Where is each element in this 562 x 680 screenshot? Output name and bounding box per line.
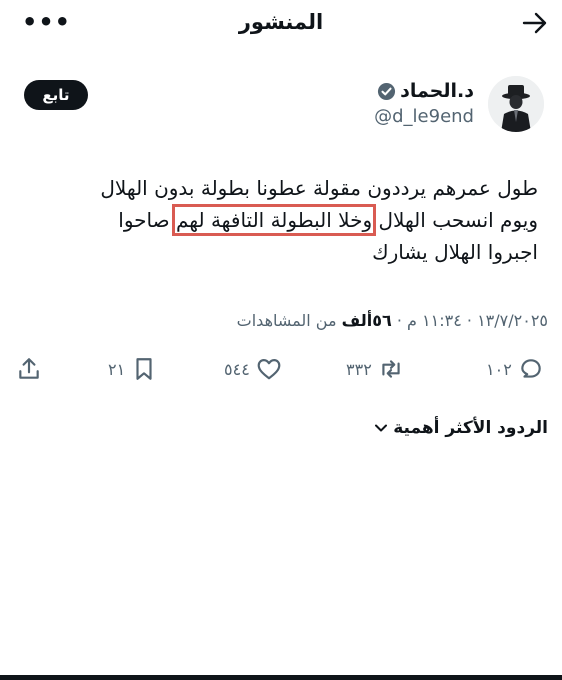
heart-icon bbox=[257, 359, 281, 380]
meta-separator-2: · bbox=[396, 311, 402, 330]
highlighted-phrase: وخلا البطولة التافهة لهم bbox=[171, 204, 377, 236]
author-info[interactable]: د.الحماد @d_le9end bbox=[374, 80, 474, 127]
reply-count: ١٠٢ bbox=[486, 359, 512, 379]
share-icon bbox=[19, 358, 39, 379]
replies-sort-label: الردود الأكثر أهمية bbox=[393, 418, 548, 438]
repost-button[interactable]: ٣٣٢ bbox=[346, 356, 404, 382]
views-count[interactable]: ٥٦ألف bbox=[342, 311, 392, 330]
top-bar: ••• المنشور bbox=[0, 0, 562, 48]
back-arrow-icon[interactable] bbox=[522, 12, 548, 34]
views-label: من المشاهدات bbox=[236, 311, 337, 330]
like-count: ٥٤٤ bbox=[224, 359, 250, 379]
repost-count: ٣٣٢ bbox=[346, 359, 372, 379]
author-name[interactable]: د.الحماد bbox=[400, 80, 474, 102]
follow-button[interactable]: تابع bbox=[24, 80, 88, 110]
bookmark-count: ٢١ bbox=[108, 359, 126, 379]
bottom-divider bbox=[0, 675, 562, 680]
page-title: المنشور bbox=[238, 10, 324, 34]
tweet-line-2: ويوم انسحب الهلال وخلا البطولة التافهة ل… bbox=[18, 204, 538, 236]
tweet-text: طول عمرهم يرددون مقولة عطونا بطولة بدون … bbox=[18, 172, 538, 268]
bookmark-icon bbox=[136, 358, 152, 380]
tweet-date: ١٣/٧/٢٠٢٥ bbox=[477, 311, 548, 330]
bookmark-button[interactable]: ٢١ bbox=[108, 356, 157, 382]
replies-sort-dropdown[interactable]: الردود الأكثر أهمية bbox=[373, 418, 548, 438]
avatar[interactable] bbox=[488, 76, 544, 132]
share-button[interactable] bbox=[16, 356, 42, 382]
avatar-image bbox=[488, 76, 544, 132]
chevron-down-icon bbox=[375, 424, 388, 432]
author-handle[interactable]: @d_le9end bbox=[374, 106, 474, 127]
tweet-line-1: طول عمرهم يرددون مقولة عطونا بطولة بدون … bbox=[100, 176, 538, 200]
repost-icon bbox=[382, 360, 400, 378]
tweet-line-2-start: ويوم انسحب الهلال bbox=[372, 208, 538, 232]
reply-icon bbox=[521, 359, 541, 378]
like-button[interactable]: ٥٤٤ bbox=[224, 356, 282, 382]
meta-separator-1: · bbox=[466, 311, 472, 330]
reply-button[interactable]: ١٠٢ bbox=[486, 356, 544, 382]
tweet-time: ١١:٣٤ م bbox=[407, 311, 462, 330]
tweet-actions: ٢١ ٥٤٤ ٣٣٢ ١٠٢ bbox=[0, 356, 562, 388]
tweet-meta: ١٣/٧/٢٠٢٥ · ١١:٣٤ م · ٥٦ألف من المشاهدات bbox=[237, 311, 548, 330]
tweet-line-3: اجبروا الهلال يشارك bbox=[372, 240, 538, 264]
tweet-line-2-end: صاحوا bbox=[118, 208, 176, 232]
verified-badge-icon bbox=[378, 82, 396, 100]
